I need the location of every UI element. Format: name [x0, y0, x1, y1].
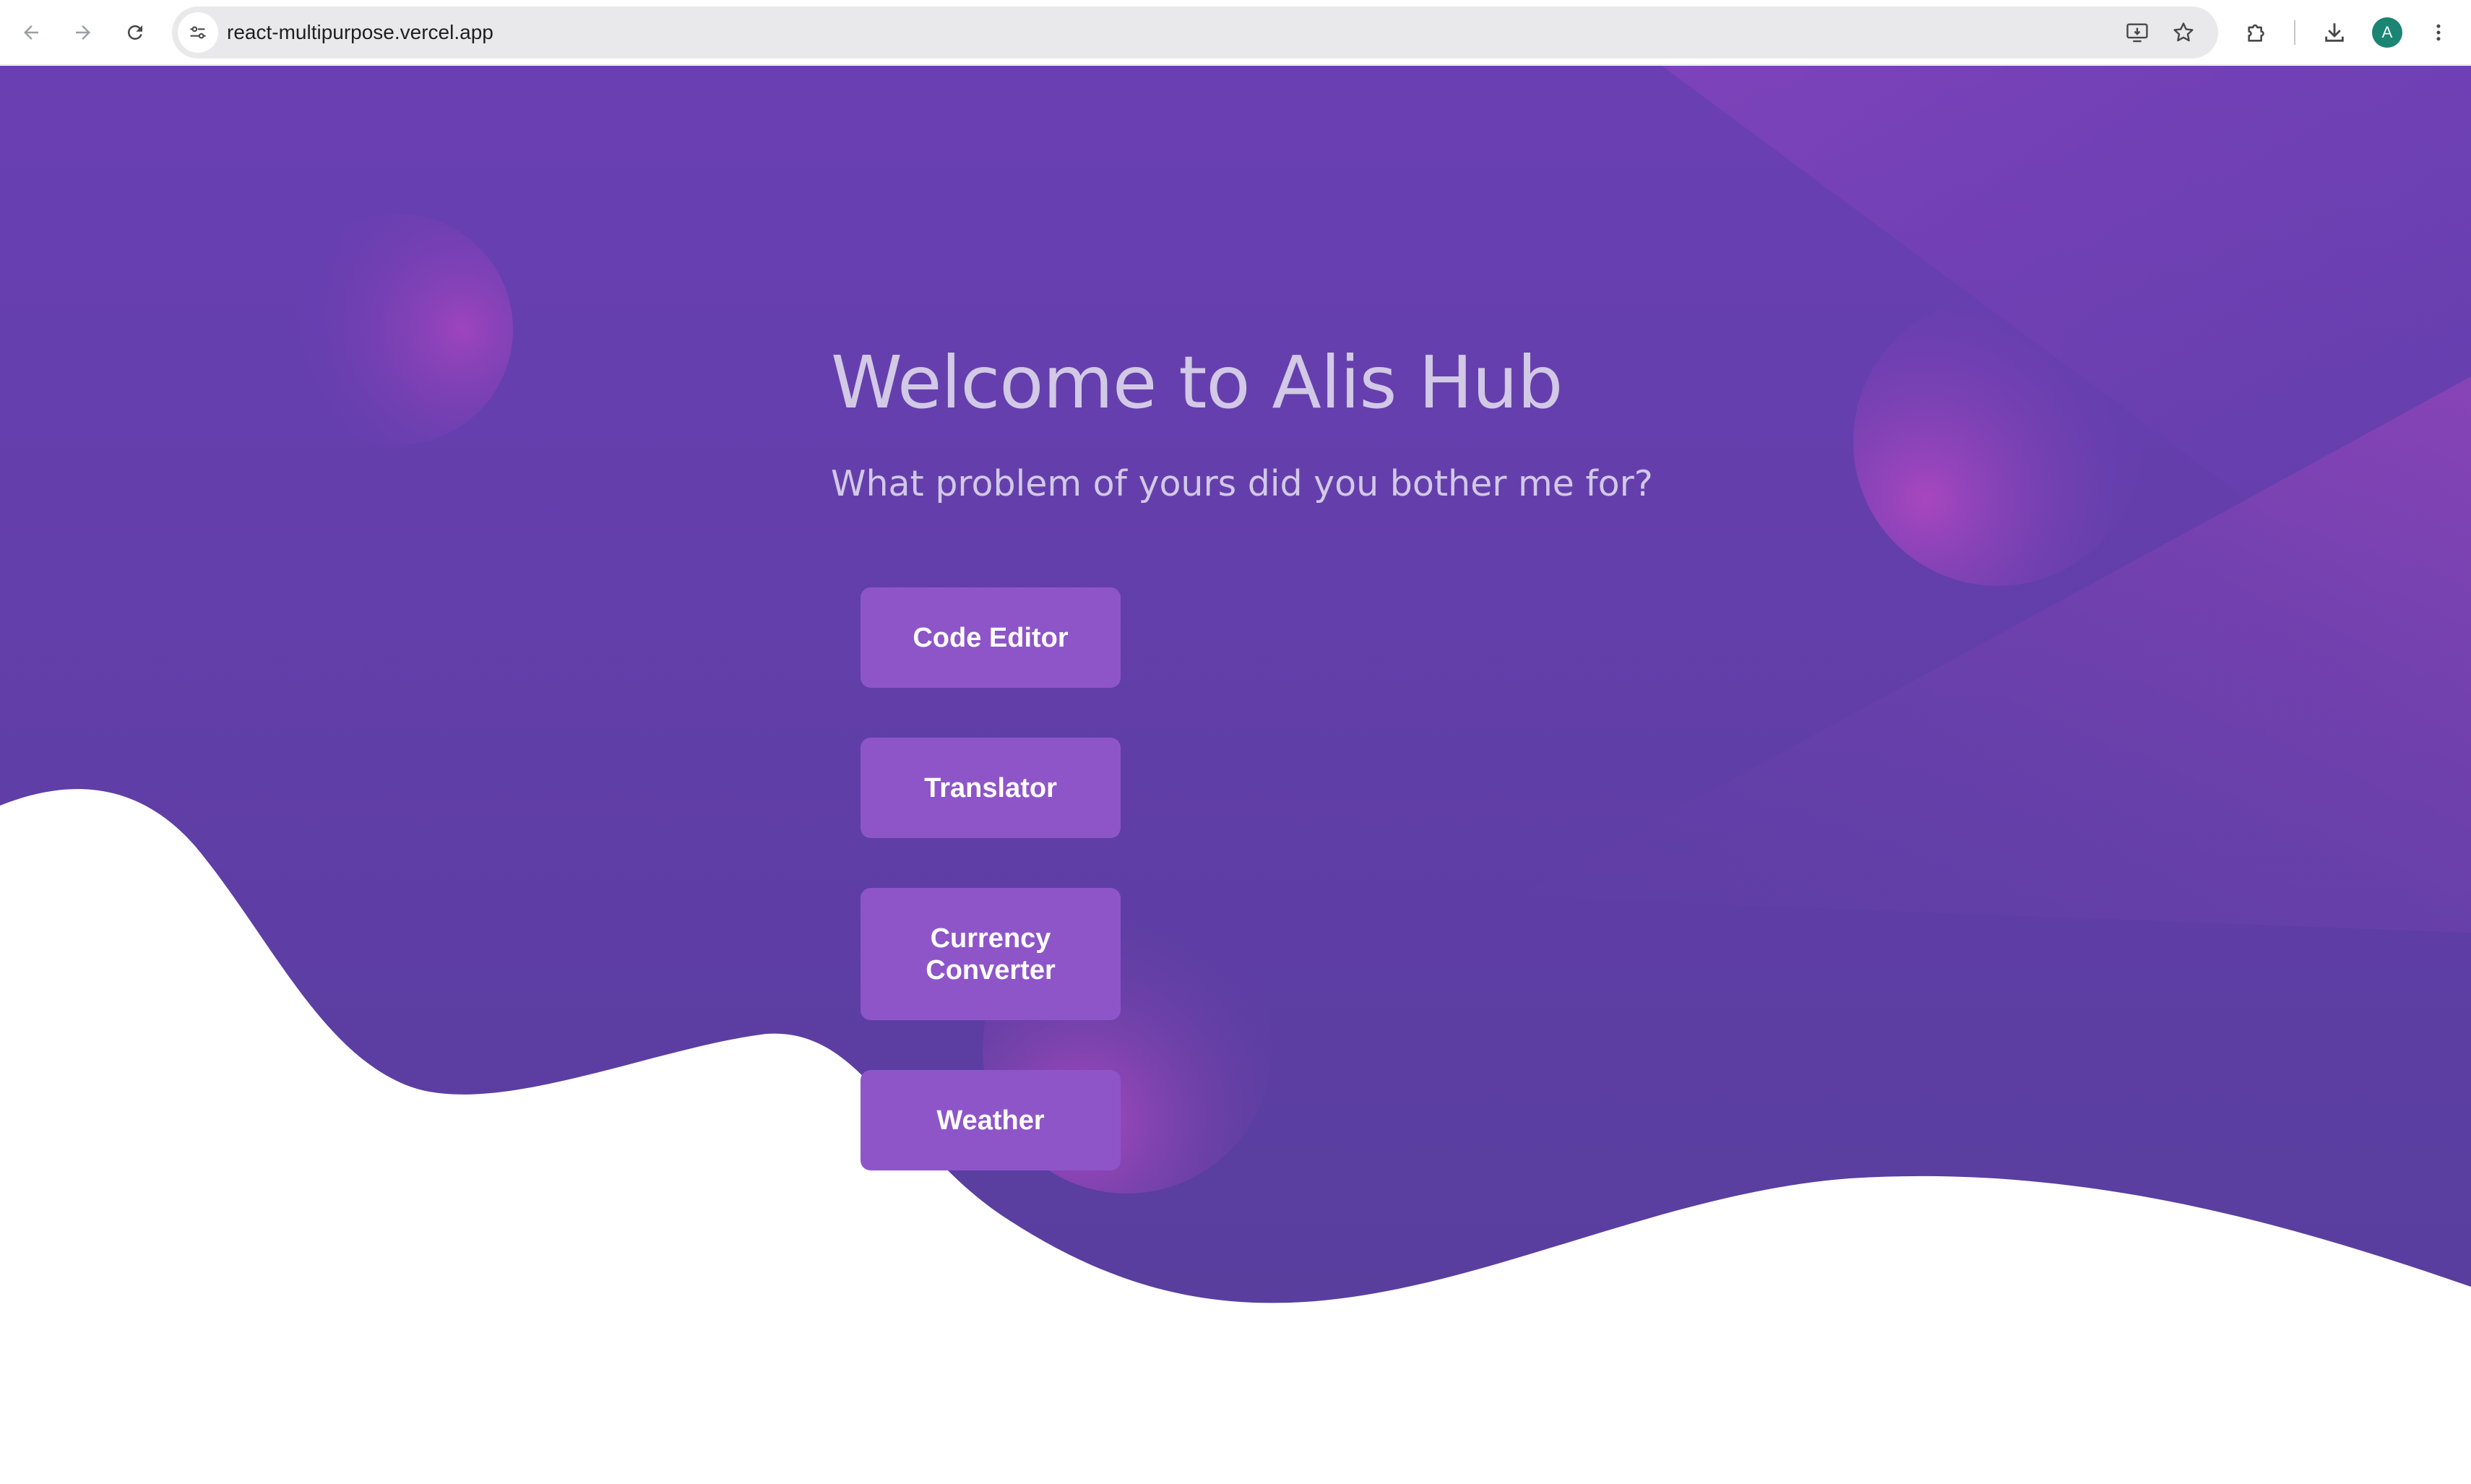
star-icon: [2173, 22, 2194, 42]
weather-button[interactable]: Weather: [861, 1070, 1121, 1170]
install-app-icon: [2126, 23, 2148, 43]
extensions-button[interactable]: [2238, 14, 2276, 51]
url-text[interactable]: react-multipurpose.vercel.app: [227, 7, 493, 59]
page-subtitle: What problem of yours did you bother me …: [831, 463, 1653, 504]
back-button[interactable]: [12, 14, 50, 51]
browser-toolbar: react-multipurpose.vercel.app A: [0, 0, 2471, 65]
profile-avatar[interactable]: A: [2372, 17, 2402, 48]
translator-button[interactable]: Translator: [861, 738, 1121, 838]
install-app-button[interactable]: [2121, 17, 2153, 48]
reload-icon: [127, 25, 142, 40]
page-viewport: Welcome to Alis Hub What problem of your…: [0, 66, 2471, 1484]
decor-orb: [1853, 297, 2142, 586]
reload-button[interactable]: [116, 14, 154, 51]
decor-orb: [282, 214, 513, 445]
arrow-right-icon: [76, 25, 90, 40]
toolbar-divider: [2294, 20, 2295, 45]
bookmark-button[interactable]: [2168, 17, 2199, 48]
arrow-left-icon: [24, 25, 38, 40]
currency-converter-button[interactable]: Currency Converter: [861, 888, 1121, 1020]
address-bar[interactable]: react-multipurpose.vercel.app: [172, 7, 2218, 59]
puzzle-icon: [2248, 24, 2264, 42]
hero-background: [0, 66, 2471, 1484]
code-editor-button[interactable]: Code Editor: [861, 587, 1121, 688]
page-title: Welcome to Alis Hub: [831, 340, 1563, 425]
download-icon: [2325, 23, 2344, 42]
downloads-button[interactable]: [2316, 14, 2353, 51]
browser-menu-button[interactable]: [2420, 14, 2457, 51]
kebab-menu-icon: [2436, 24, 2441, 41]
tune-icon: [190, 26, 206, 39]
site-info-button[interactable]: [178, 12, 218, 53]
forward-button[interactable]: [64, 14, 102, 51]
